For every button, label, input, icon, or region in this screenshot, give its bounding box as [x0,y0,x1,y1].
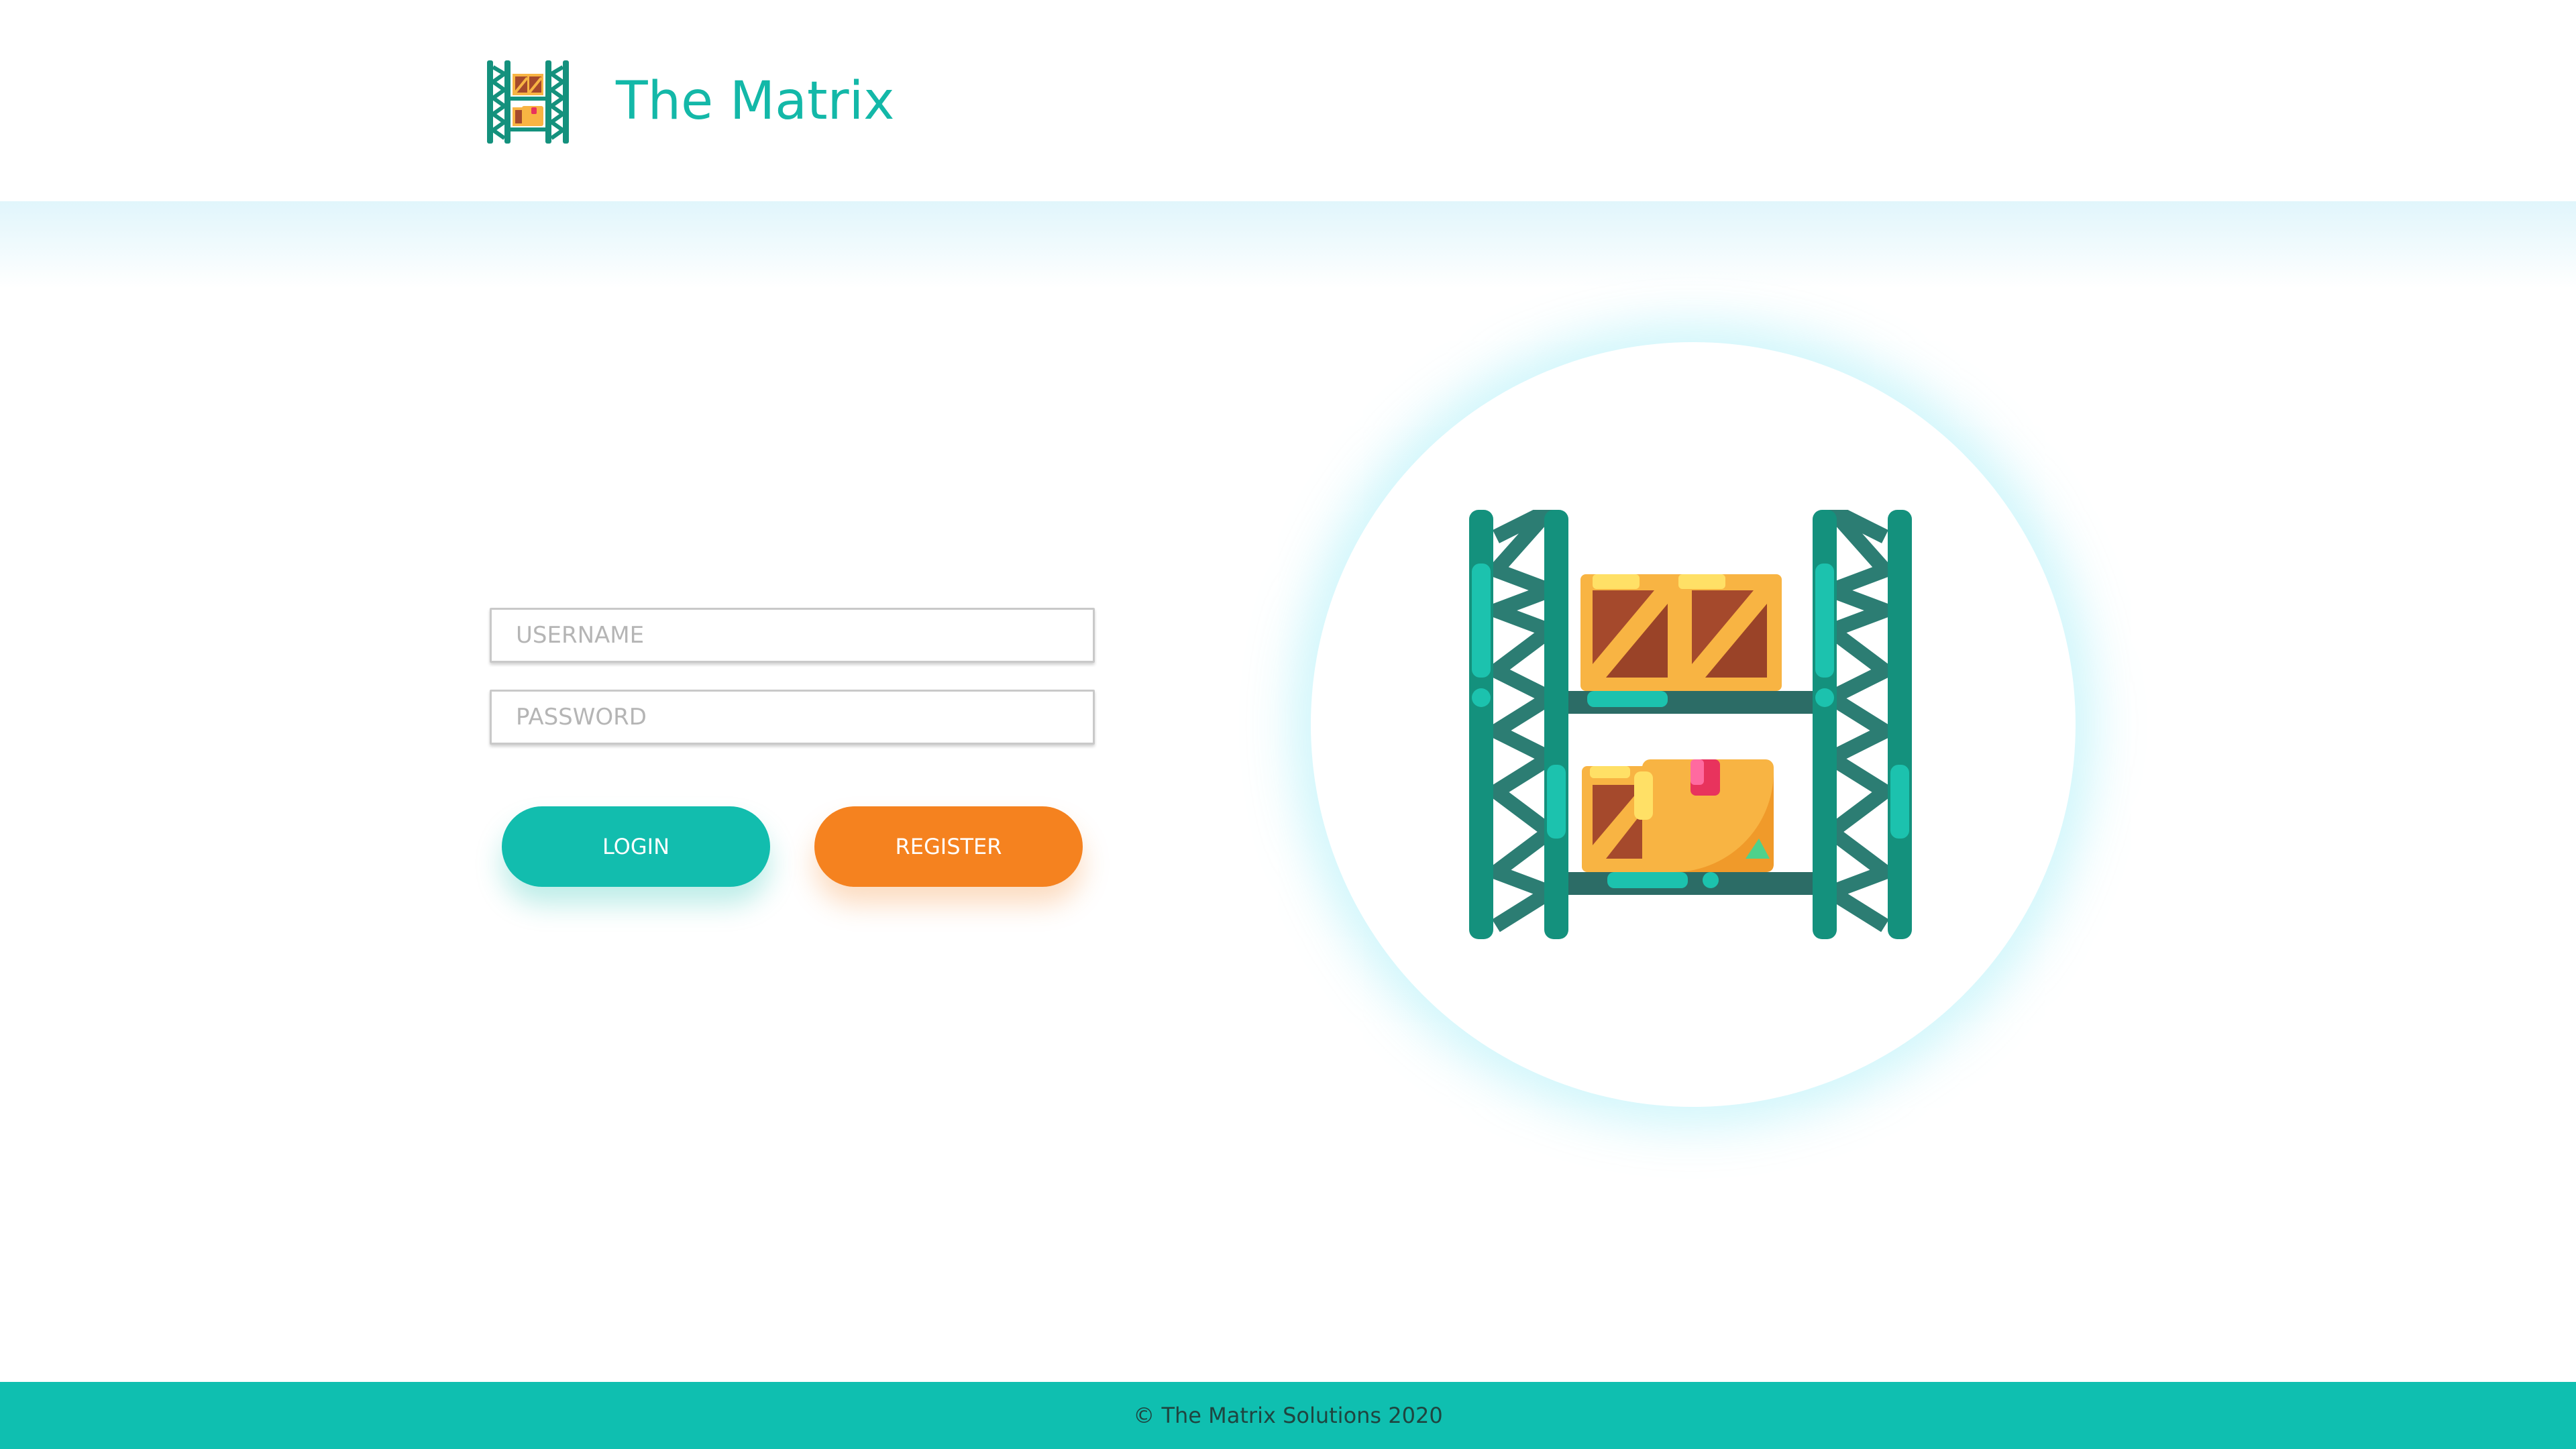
left-rack-frame [1469,510,1568,939]
top-boxes [1580,574,1782,691]
app-title: The Matrix [616,71,895,131]
app-header: The Matrix [0,0,2576,201]
register-button[interactable]: REGISTER [814,806,1083,887]
login-page: The Matrix LOGIN REGISTER [0,0,2576,1449]
warehouse-shelf-icon [1469,510,1912,939]
username-input[interactable] [490,608,1095,663]
warehouse-rack-icon [487,60,569,144]
bottom-boxes [1582,759,1774,873]
header-shadow [0,201,2576,288]
password-input[interactable] [490,690,1095,745]
login-button[interactable]: LOGIN [502,806,770,887]
app-footer: © The Matrix Solutions 2020 [0,1382,2576,1449]
copyright-text: © The Matrix Solutions 2020 [1133,1403,1443,1428]
right-rack-frame [1813,510,1912,939]
